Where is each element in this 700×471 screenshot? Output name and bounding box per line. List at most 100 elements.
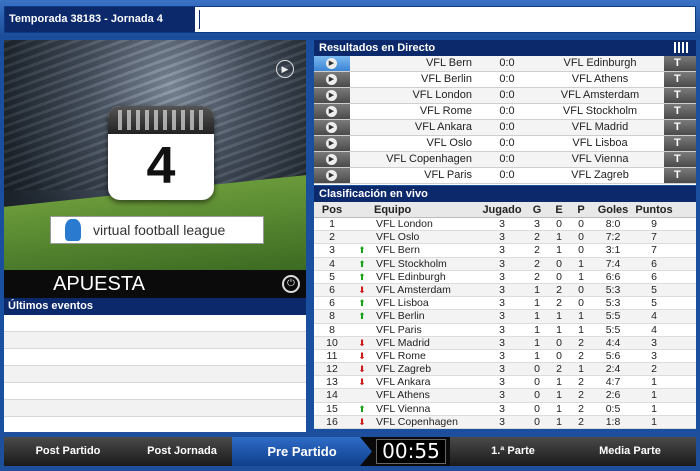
pre-match-button[interactable]: Pre Partido (232, 437, 372, 466)
watch-match-button[interactable]: ▶ (314, 136, 350, 151)
played: 3 (499, 323, 505, 336)
play-icon[interactable]: ▶ (276, 60, 294, 78)
standings-row: 3 ⬆ VFL Bern 3 2 1 0 3:1 7 (314, 244, 696, 258)
post-matchday-button[interactable]: Post Jornada (120, 437, 244, 466)
stats-icon: T (674, 89, 681, 101)
play-icon: ▶ (326, 122, 337, 133)
position: 13 (326, 376, 338, 389)
played: 3 (499, 389, 505, 402)
played: 3 (499, 415, 505, 428)
won: 0 (534, 376, 540, 389)
watch-match-button[interactable]: ▶ (314, 120, 350, 135)
matchday-number: 4 (146, 137, 176, 195)
event-row (4, 332, 306, 349)
won: 1 (534, 323, 540, 336)
lost: 2 (578, 389, 584, 402)
position: 12 (326, 363, 338, 376)
watch-match-button[interactable]: ▶ (314, 72, 350, 87)
standings-title: Clasificación en vivo (314, 186, 696, 202)
watch-match-button[interactable]: ▶ (314, 88, 350, 103)
watch-match-button[interactable]: ▶ (314, 152, 350, 167)
won: 1 (534, 310, 540, 323)
col-lost: P (577, 204, 585, 216)
team-name: VFL Copenhagen (376, 415, 458, 428)
away-team: VFL Lisboa (572, 137, 628, 149)
match-stats-button[interactable]: T (664, 104, 696, 119)
post-match-button[interactable]: Post Partido (4, 437, 132, 466)
result-row[interactable]: ▶ VFL Rome 0:0 VFL Stockholm T (314, 104, 696, 120)
match-stats-button[interactable]: T (664, 88, 696, 103)
points: 3 (651, 336, 657, 349)
points: 9 (651, 218, 657, 230)
stats-icon: T (674, 105, 681, 117)
col-goals: Goles (597, 204, 629, 216)
first-half-button[interactable]: 1.ª Parte (450, 437, 576, 466)
video-preview[interactable]: ▶ 4 virtual football league (4, 40, 306, 270)
result-row[interactable]: ▶ VFL Copenhagen 0:0 VFL Vienna T (314, 152, 696, 168)
result-row[interactable]: ▶ VFL London 0:0 VFL Amsterdam T (314, 88, 696, 104)
bar-chart-icon[interactable] (674, 42, 688, 53)
points: 4 (651, 310, 657, 323)
played: 3 (499, 336, 505, 349)
position: 5 (329, 270, 335, 283)
match-stats-button[interactable]: T (664, 168, 696, 183)
result-row[interactable]: ▶ VFL Paris 0:0 VFL Zagreb T (314, 168, 696, 184)
goals: 5:3 (605, 283, 621, 296)
won: 1 (534, 336, 540, 349)
goals: 5:5 (605, 310, 621, 323)
home-team: VFL London (412, 89, 472, 101)
position: 8 (329, 310, 335, 323)
half-time-button[interactable]: Media Parte (564, 437, 696, 466)
home-team: VFL Rome (419, 105, 472, 117)
home-team: VFL Copenhagen (386, 153, 472, 165)
event-row (4, 366, 306, 383)
match-stats-button[interactable]: T (664, 136, 696, 151)
away-team: VFL Vienna (571, 153, 629, 165)
bet-bar[interactable]: APUESTA ⏻ (4, 270, 306, 298)
power-icon[interactable]: ⏻ (282, 275, 300, 293)
trend-down-icon: ⬇ (358, 377, 366, 388)
live-results-title: Resultados en Directo (319, 42, 436, 54)
standings-row: 13 ⬇ VFL Ankara 3 0 1 2 4:7 1 (314, 376, 696, 390)
lost: 0 (578, 283, 584, 296)
goals: 5:6 (605, 349, 621, 362)
matchday-calendar-icon: 4 (108, 106, 214, 200)
team-name: VFL Amsterdam (376, 283, 451, 296)
watch-match-button[interactable]: ▶ (314, 56, 350, 71)
goals: 8:0 (605, 218, 621, 230)
lost: 1 (578, 323, 584, 336)
match-stats-button[interactable]: T (664, 120, 696, 135)
calendar-rings-icon (118, 110, 204, 130)
standings-row: 12 ⬇ VFL Zagreb 3 0 2 1 2:4 2 (314, 363, 696, 377)
position: 14 (326, 389, 338, 402)
drawn: 1 (556, 376, 562, 389)
watch-match-button[interactable]: ▶ (314, 104, 350, 119)
result-row[interactable]: ▶ VFL Berlin 0:0 VFL Athens T (314, 72, 696, 88)
result-row[interactable]: ▶ VFL Oslo 0:0 VFL Lisboa T (314, 136, 696, 152)
points: 5 (651, 297, 657, 310)
played: 3 (499, 376, 505, 389)
event-row (4, 400, 306, 417)
match-stats-button[interactable]: T (664, 56, 696, 71)
team-name: VFL Athens (376, 389, 430, 402)
bet-label[interactable]: APUESTA (4, 270, 194, 298)
stats-icon: T (674, 121, 681, 133)
won: 0 (534, 389, 540, 402)
match-stats-button[interactable]: T (664, 72, 696, 87)
standings-row: 8 VFL Paris 3 1 1 1 5:5 4 (314, 324, 696, 337)
goals: 2:4 (605, 363, 621, 376)
result-row[interactable]: ▶ VFL Bern 0:0 VFL Edinburgh T (314, 56, 696, 72)
trend-down-icon: ⬇ (358, 416, 366, 427)
position: 6 (329, 283, 335, 296)
drawn: 1 (556, 244, 562, 257)
won: 2 (534, 244, 540, 257)
played: 3 (499, 283, 505, 296)
away-team: VFL Amsterdam (560, 89, 640, 101)
team-name: VFL Vienna (376, 402, 431, 415)
points: 5 (651, 283, 657, 296)
match-stats-button[interactable]: T (664, 152, 696, 167)
result-row[interactable]: ▶ VFL Ankara 0:0 VFL Madrid T (314, 120, 696, 136)
lost: 0 (578, 297, 584, 310)
col-team: Equipo (374, 204, 412, 216)
watch-match-button[interactable]: ▶ (314, 168, 350, 183)
